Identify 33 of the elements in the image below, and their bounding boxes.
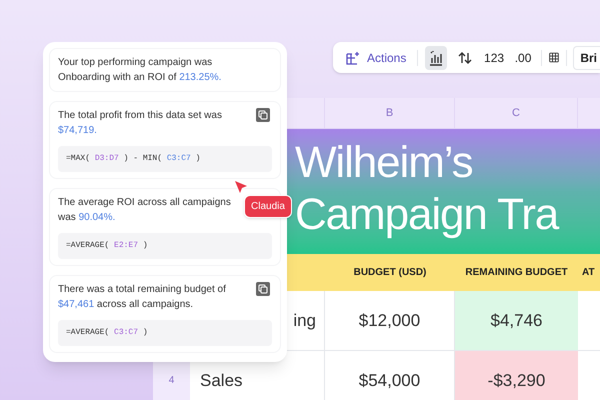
grid-icon[interactable] bbox=[548, 50, 559, 65]
sheet-title: Wilheim’s bbox=[295, 137, 473, 189]
actions-button[interactable]: Actions bbox=[341, 48, 410, 66]
sort-icon bbox=[457, 50, 474, 66]
row-number: 4 bbox=[168, 374, 174, 388]
message-text: There was a total remaining budget of $47,461 across all campaigns. bbox=[58, 283, 227, 312]
copy-icon[interactable] bbox=[256, 282, 270, 296]
table-cell-text: $54,000 bbox=[358, 370, 420, 392]
chart-button[interactable] bbox=[425, 46, 448, 70]
table-cell-text: $12,000 bbox=[358, 310, 420, 332]
font-button[interactable]: Bri bbox=[573, 46, 600, 70]
message-text: Your top performing campaign was Onboarding with an ROI of 213.25%. bbox=[58, 56, 222, 85]
message-text: The average ROI across all campaigns was 90.04%. bbox=[58, 196, 232, 225]
column-heading: REMAINING BUDGET bbox=[465, 266, 568, 280]
sheet-title: Campaign Tra bbox=[295, 189, 558, 241]
column-heading: AT bbox=[582, 266, 595, 280]
column-letter: B bbox=[386, 106, 394, 121]
table-sparkle-icon bbox=[345, 50, 361, 66]
format-button[interactable]: 123 bbox=[483, 46, 506, 70]
formula: =AVERAGE( C3:C7 ) bbox=[58, 320, 272, 346]
table-cell-text: Sales bbox=[200, 370, 243, 392]
message-text: The total profit from this data set was $74,719. bbox=[58, 109, 223, 138]
format-button[interactable]: .00 bbox=[512, 46, 534, 70]
formula: =MAX( D3:D7 ) - MIN( C3:C7 ) bbox=[58, 146, 272, 172]
table-cell-text: ing bbox=[293, 310, 316, 332]
formula: =AVERAGE( E2:E7 ) bbox=[58, 233, 272, 259]
copy-icon[interactable] bbox=[256, 108, 270, 122]
chart-icon bbox=[428, 50, 444, 66]
remaining-cell: -$3,290 bbox=[455, 351, 578, 400]
column-heading: BUDGET (USD) bbox=[354, 266, 426, 280]
remaining-cell: $4,746 bbox=[455, 291, 578, 350]
column-letter: C bbox=[512, 106, 520, 121]
collaborator-label: Claudia bbox=[244, 195, 292, 218]
